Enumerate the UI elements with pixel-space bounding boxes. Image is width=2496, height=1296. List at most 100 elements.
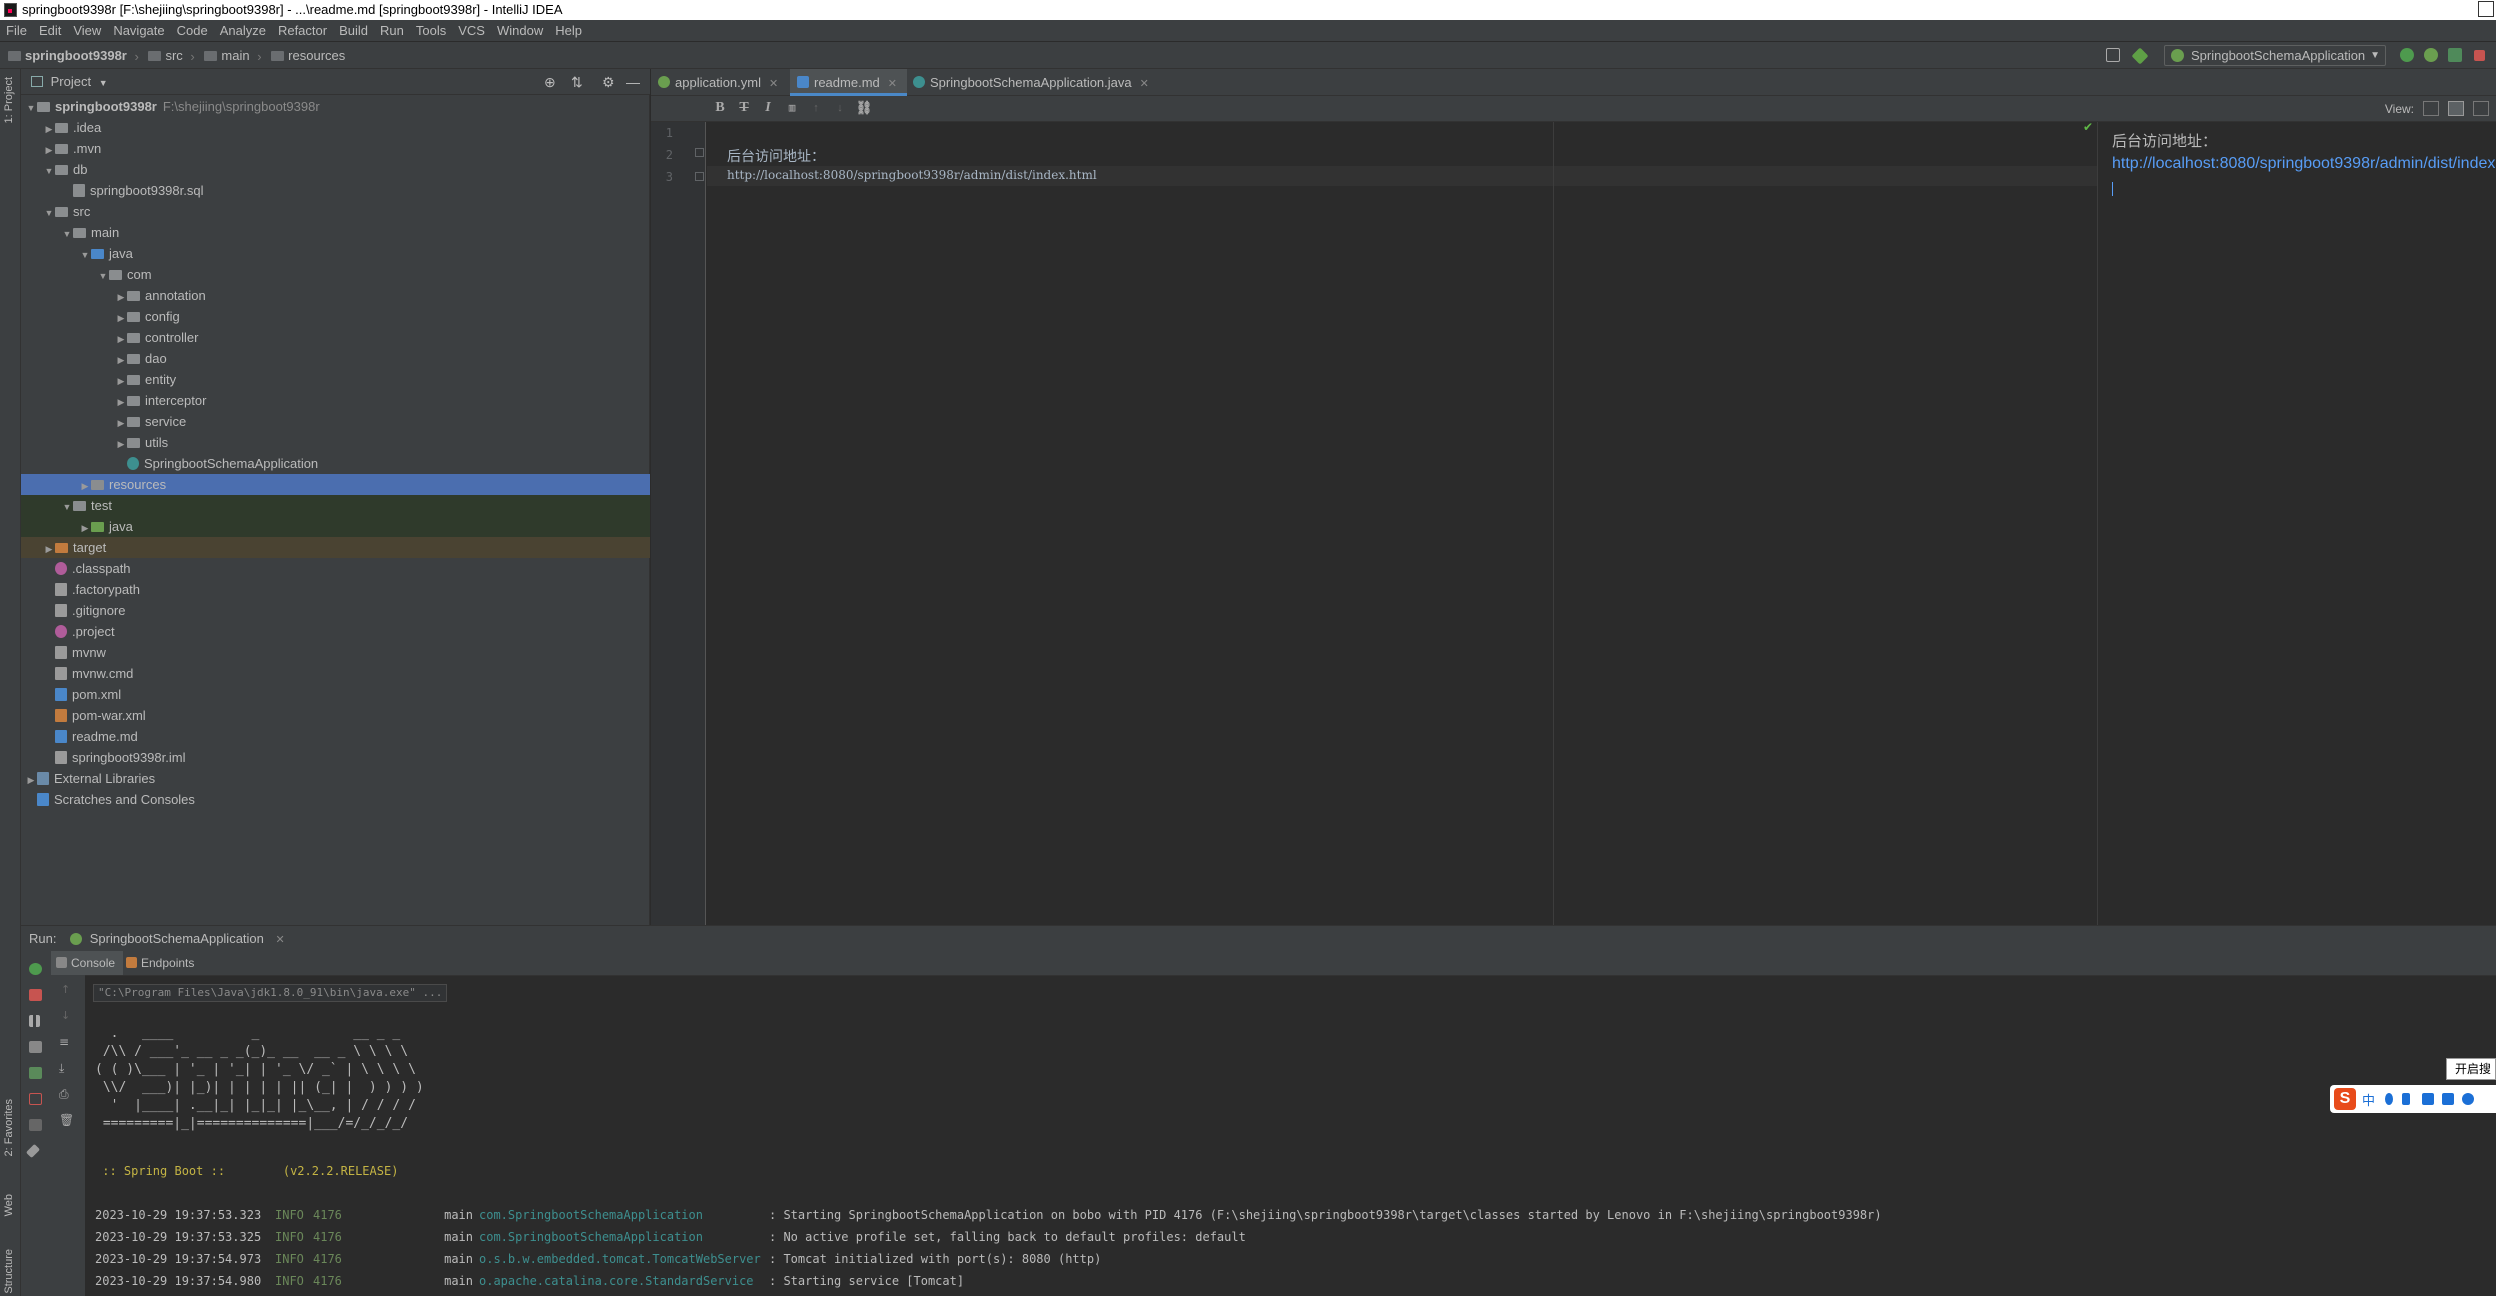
menu-vcs[interactable]: VCS <box>458 23 485 38</box>
run-tab-label[interactable]: SpringbootSchemaApplication <box>90 931 264 946</box>
close-icon[interactable]: ✕ <box>769 78 778 90</box>
expand-down-icon[interactable]: ▼ <box>79 245 91 266</box>
ime-toolbar[interactable]: S 中 <box>2330 1085 2496 1113</box>
up-arrow-icon[interactable]: ↑ <box>61 983 70 996</box>
bold-button[interactable]: B <box>711 99 729 117</box>
close-icon[interactable]: ✕ <box>276 934 285 946</box>
menu-help[interactable]: Help <box>555 23 582 38</box>
rerun-icon[interactable] <box>2400 48 2414 62</box>
collapse-all-icon[interactable]: ⇅ <box>571 69 583 95</box>
expand-right-icon[interactable]: ▶ <box>115 329 127 350</box>
header-down-button[interactable]: ↓ <box>831 99 849 117</box>
console-output[interactable]: "C:\Program Files\Java\jdk1.8.0_91\bin\j… <box>85 975 2496 1296</box>
settings-icon[interactable] <box>2462 1093 2474 1105</box>
tree-item[interactable]: SpringbootSchemaApplication <box>21 453 650 474</box>
pause-icon[interactable] <box>29 1015 40 1027</box>
expand-down-icon[interactable]: ▼ <box>61 224 73 245</box>
breadcrumb-project[interactable]: springboot9398r <box>8 42 127 70</box>
tree-item[interactable]: ▶ controller <box>21 327 650 348</box>
expand-right-icon[interactable]: ▶ <box>115 350 127 371</box>
expand-down-icon[interactable]: ▼ <box>43 161 55 182</box>
fold-icon[interactable] <box>695 148 704 157</box>
down-arrow-icon[interactable]: ↓ <box>61 1009 70 1022</box>
view-preview-only-button[interactable] <box>2473 101 2489 116</box>
tree-item[interactable]: ▶ interceptor <box>21 390 650 411</box>
menu-code[interactable]: Code <box>177 23 208 38</box>
expand-right-icon[interactable]: ▶ <box>43 539 55 560</box>
preview-link[interactable]: http://localhost:8080/springboot9398r/ad… <box>2112 155 2496 173</box>
tab-springboot-schema-application-java[interactable]: SpringbootSchemaApplication.java ✕ <box>906 69 1159 96</box>
expand-right-icon[interactable]: ▶ <box>79 518 91 539</box>
tree-item[interactable]: springboot9398r.sql <box>21 180 650 201</box>
expand-down-icon[interactable]: ▼ <box>25 98 37 119</box>
tree-item[interactable]: ▼ java <box>21 243 650 264</box>
expand-right-icon[interactable]: ▶ <box>115 308 127 329</box>
tab-application-yml[interactable]: application.yml ✕ <box>651 69 788 96</box>
project-view-title[interactable]: Project <box>51 74 91 89</box>
tree-item[interactable]: springboot9398r.iml <box>21 747 650 768</box>
breadcrumb-main[interactable]: main <box>204 42 250 70</box>
favorites-tool-window-button[interactable]: 2: Favorites <box>3 1099 15 1156</box>
menu-view[interactable]: View <box>73 23 101 38</box>
tree-item[interactable]: ▼ src <box>21 201 650 222</box>
restore-layout-icon[interactable] <box>29 1067 42 1079</box>
exit-icon[interactable] <box>29 1093 42 1105</box>
header-up-button[interactable]: ↑ <box>807 99 825 117</box>
debug-icon[interactable] <box>2424 48 2438 62</box>
tree-item[interactable]: Scratches and Consoles <box>21 789 650 810</box>
locate-icon[interactable]: ⊕ <box>544 69 556 95</box>
menu-build[interactable]: Build <box>339 23 368 38</box>
code-button[interactable]: ▥ <box>783 99 801 117</box>
tab-console[interactable]: Console <box>51 951 124 975</box>
expand-down-icon[interactable]: ▼ <box>97 266 109 287</box>
tree-item[interactable]: ▶ resources <box>21 474 650 495</box>
expand-right-icon[interactable]: ▶ <box>115 434 127 455</box>
tree-item[interactable]: ▶ .idea <box>21 117 650 138</box>
layout-icon[interactable] <box>2106 48 2120 62</box>
markdown-editor[interactable]: 后台访问地址： http://localhost:8080/springboot… <box>707 122 2097 925</box>
print-icon[interactable]: ⎙ <box>59 1087 69 1102</box>
tree-item[interactable]: .project <box>21 621 650 642</box>
ime-language[interactable]: 中 <box>2362 1090 2375 1109</box>
expand-right-icon[interactable]: ▶ <box>115 413 127 434</box>
java-command-line[interactable]: "C:\Program Files\Java\jdk1.8.0_91\bin\j… <box>93 984 448 1002</box>
tree-item[interactable]: ▼ springboot9398r F:\shejiing\springboot93… <box>21 96 650 117</box>
layout-icon[interactable] <box>29 1119 42 1131</box>
tree-item[interactable]: ▶ entity <box>21 369 650 390</box>
trash-icon[interactable]: 🗑 <box>59 1113 74 1127</box>
window-restore-button[interactable] <box>2478 1 2494 17</box>
tree-item[interactable]: ▶ annotation <box>21 285 650 306</box>
soft-wrap-icon[interactable]: ≡ <box>59 1035 69 1049</box>
tree-item[interactable]: ▶ service <box>21 411 650 432</box>
breadcrumb-src[interactable]: src <box>148 42 183 70</box>
menu-analyze[interactable]: Analyze <box>220 23 266 38</box>
expand-right-icon[interactable]: ▶ <box>115 392 127 413</box>
tree-item[interactable]: ▼ main <box>21 222 650 243</box>
tree-item[interactable]: ▶ External Libraries <box>21 768 650 789</box>
tree-item[interactable]: ▼ db <box>21 159 650 180</box>
build-hammer-icon[interactable] <box>2131 47 2149 65</box>
tree-item[interactable]: mvnw <box>21 642 650 663</box>
tab-endpoints[interactable]: Endpoints <box>121 951 202 975</box>
pin-icon[interactable] <box>25 1143 41 1159</box>
view-split-button[interactable] <box>2448 101 2464 116</box>
punctuation-icon[interactable] <box>2385 1093 2393 1105</box>
menu-file[interactable]: File <box>6 23 27 38</box>
menu-navigate[interactable]: Navigate <box>113 23 164 38</box>
view-editor-only-button[interactable] <box>2423 101 2439 116</box>
tree-item[interactable]: .classpath <box>21 558 650 579</box>
structure-tool-window-button[interactable]: Structure <box>3 1249 15 1294</box>
expand-right-icon[interactable]: ▶ <box>43 119 55 140</box>
tab-readme-md[interactable]: readme.md ✕ <box>790 69 907 96</box>
menu-refactor[interactable]: Refactor <box>278 23 327 38</box>
link-button[interactable]: ⛓ <box>855 99 873 117</box>
project-tool-window-button[interactable]: 1: Project <box>3 77 15 123</box>
close-icon[interactable]: ✕ <box>888 78 897 90</box>
menu-window[interactable]: Window <box>497 23 543 38</box>
coverage-icon[interactable] <box>2448 48 2462 62</box>
tree-item[interactable]: readme.md <box>21 726 650 747</box>
run-configuration-select[interactable]: SpringbootSchemaApplication ▼ <box>2164 45 2386 66</box>
microphone-icon[interactable] <box>2402 1093 2410 1105</box>
tree-item[interactable]: ▶ config <box>21 306 650 327</box>
tree-item[interactable]: ▶ target <box>21 537 650 558</box>
